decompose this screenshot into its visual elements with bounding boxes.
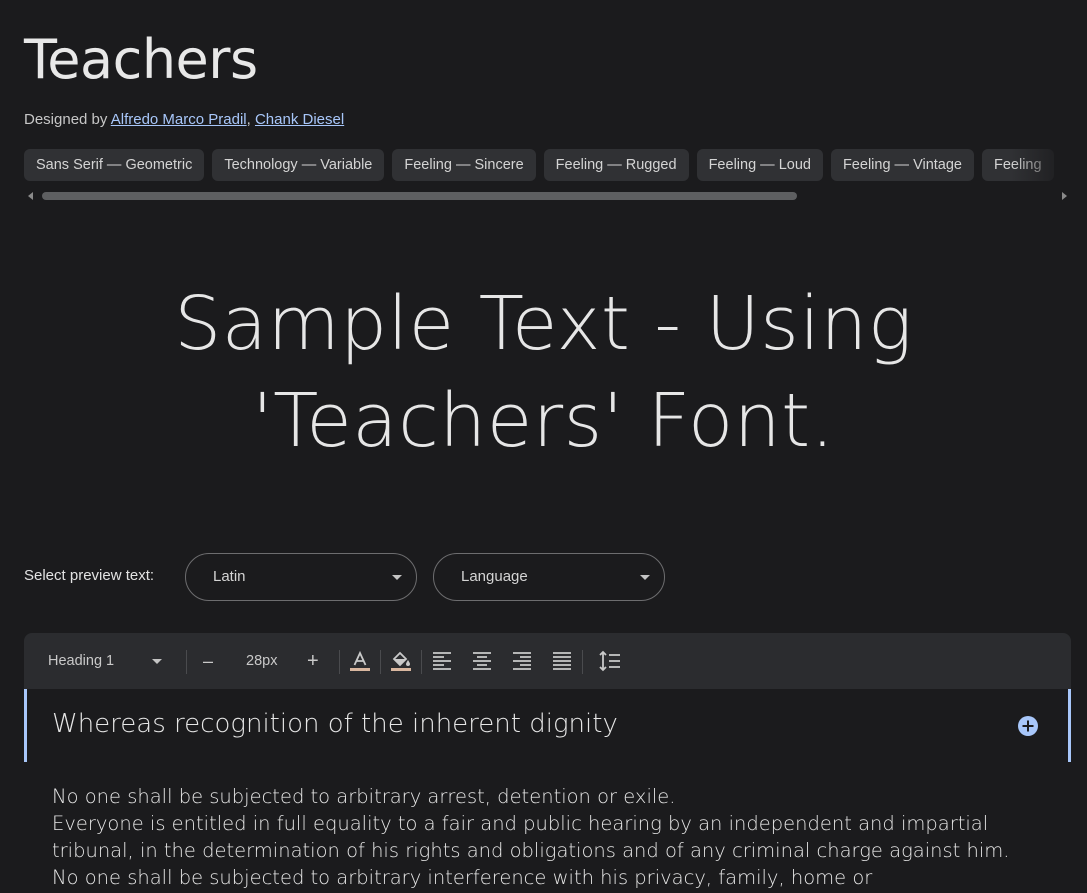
font-title: Teachers [24,28,258,91]
designer-separator: , [246,111,251,128]
chevron-down-icon [152,659,162,664]
toolbar-divider [582,650,583,674]
toolbar-divider [421,650,422,674]
align-left-icon[interactable] [430,649,454,673]
increase-size-button[interactable]: + [307,633,319,689]
scrollbar-thumb[interactable] [42,192,797,200]
designed-by-label: Designed by [24,111,108,128]
tag-chip[interactable]: Feeling — Loud [696,149,823,181]
toolbar-divider [186,650,187,674]
tag-chip[interactable]: Feeling — Rugged [543,149,689,181]
tag-chip[interactable]: Feeling — Sincere [392,149,536,181]
editor-paragraph[interactable]: No one shall be subjected to arbitrary a… [52,783,1062,891]
align-right-icon[interactable] [510,649,534,673]
editor-toolbar: Heading 1 – 28px + [24,633,1071,689]
preview-text-label: Select preview text: [24,567,155,584]
scroll-left-icon[interactable] [28,192,33,200]
designer-link-1[interactable]: Alfredo Marco Pradil [111,111,247,128]
text-color-icon[interactable] [348,649,372,673]
sample-line-1: Sample Text - Using [174,281,913,367]
toolbar-divider [380,650,381,674]
designer-credits: Designed by Alfredo Marco Pradil, Chank … [24,111,344,128]
line-height-icon[interactable] [598,649,622,673]
paragraph-line: Everyone is entitled in full equality to… [52,812,989,835]
language-select-value: Language [461,568,528,585]
text-style-select[interactable]: Heading 1 [48,633,188,689]
align-justify-icon[interactable] [550,649,574,673]
font-detail-page: Teachers Designed by Alfredo Marco Pradi… [0,0,1087,893]
paragraph-line: tribunal, in the determination of his ri… [52,839,1010,862]
scroll-right-icon[interactable] [1062,192,1067,200]
sample-preview: Sample Text - Using 'Teachers' Font. [0,276,1087,470]
chevron-down-icon [392,575,402,580]
paragraph-line: No one shall be subjected to arbitrary i… [52,866,873,889]
editor-heading-text[interactable]: Whereas recognition of the inherent dign… [52,709,618,739]
editor-heading-block[interactable]: Whereas recognition of the inherent dign… [24,689,1071,762]
tag-chip[interactable]: Sans Serif — Geometric [24,149,205,181]
toolbar-divider [339,650,340,674]
language-select[interactable]: Language [433,553,665,601]
add-block-icon[interactable] [1017,715,1039,737]
align-center-icon[interactable] [470,649,494,673]
tag-chip[interactable]: Technology — Variable [212,149,385,181]
sample-line-2: 'Teachers' Font. [252,378,835,464]
tag-chip[interactable]: Feeling — Vintage [830,149,974,181]
font-size-value[interactable]: 28px [246,633,277,689]
tag-list: Sans Serif — Geometric Technology — Vari… [24,149,1071,181]
paragraph-line: No one shall be subjected to arbitrary a… [52,785,676,808]
decrease-size-button[interactable]: – [203,633,213,689]
tag-chip[interactable]: Feeling [981,149,1054,181]
tag-scrollbar[interactable] [24,189,1071,203]
chevron-down-icon [640,575,650,580]
text-style-value: Heading 1 [48,653,115,669]
designer-link-2[interactable]: Chank Diesel [255,111,344,128]
script-select-value: Latin [213,568,246,585]
highlight-color-icon[interactable] [389,649,413,673]
script-select[interactable]: Latin [185,553,417,601]
